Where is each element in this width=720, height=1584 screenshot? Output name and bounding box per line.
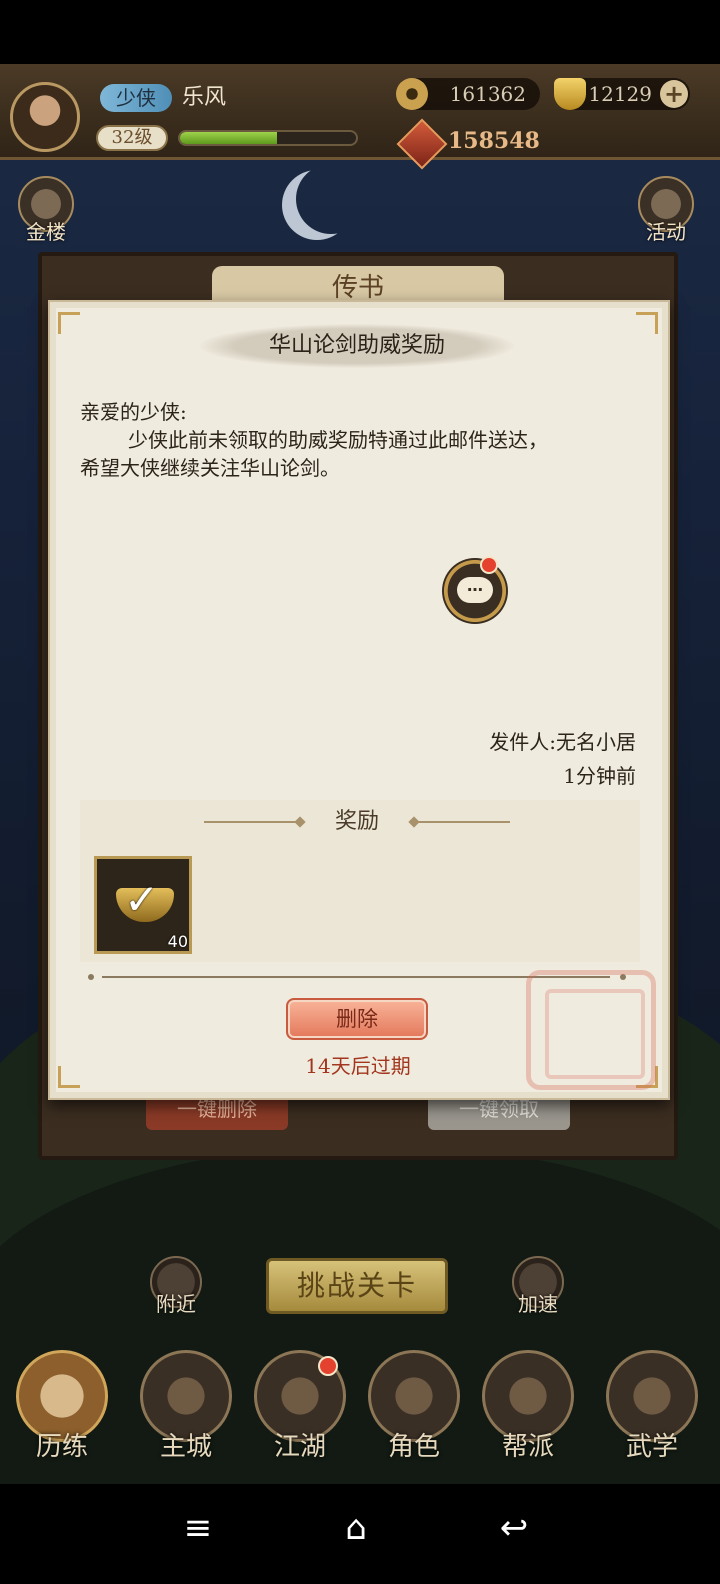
power-value: 158548 (448, 128, 540, 154)
nav-label: 江湖 (273, 1432, 326, 1462)
challenge-stage-button[interactable]: 挑战关卡 (266, 1258, 448, 1314)
status-bar (0, 0, 720, 64)
gold-value: 12129 (588, 82, 652, 106)
mail-sender: 发件人:无名小居 (489, 730, 636, 754)
delete-button[interactable]: 删除 (286, 998, 428, 1040)
reward-divider (414, 821, 510, 823)
corner-ornament (636, 312, 658, 334)
checkmark-icon: ✓ (124, 875, 160, 924)
back-icon[interactable]: ↩ (484, 1504, 544, 1552)
nav-label: 历练 (35, 1432, 88, 1462)
player-avatar[interactable] (10, 82, 80, 152)
corner-ornament (58, 1066, 80, 1088)
nav-character[interactable]: 角色 (366, 1350, 462, 1462)
seal-stamp (526, 970, 656, 1090)
coin-value: 161362 (449, 82, 526, 106)
exp-bar-fill (180, 132, 277, 144)
coin-counter: 161362 (396, 78, 540, 110)
chat-button[interactable]: … (442, 558, 508, 624)
player-title-badge: 少侠 (100, 84, 172, 112)
plus-icon[interactable]: + (660, 80, 688, 108)
nearby-label: 附近 (156, 1292, 196, 1316)
player-name: 乐风 (182, 85, 227, 110)
exp-bar (178, 130, 358, 146)
expire-text: 14天后过期 (305, 1054, 411, 1078)
gold-counter: 12129 + (554, 78, 690, 110)
nav-training[interactable]: 历练 (14, 1350, 110, 1462)
mail-time: 1分钟前 (563, 764, 636, 788)
moon-decoration (296, 164, 366, 234)
combat-power: 158548 (396, 118, 554, 170)
nav-label: 帮派 (501, 1432, 554, 1462)
mail-body-line: 少侠此前未领取的助威奖励特通过此邮件送达， (128, 428, 548, 452)
gold-tower-button[interactable]: 金楼 (18, 176, 74, 246)
gold-tower-label: 金楼 (26, 220, 66, 244)
coin-icon (396, 78, 428, 110)
nav-label: 角色 (387, 1432, 440, 1462)
nav-main-city[interactable]: 主城 (138, 1350, 234, 1462)
activity-button[interactable]: 活动 (638, 176, 694, 246)
nav-label: 武学 (625, 1432, 678, 1462)
mail-greeting: 亲爱的少侠: (80, 400, 187, 424)
activity-label: 活动 (646, 220, 686, 244)
corner-ornament (58, 312, 80, 334)
notification-dot (480, 556, 498, 574)
chat-icon: … (457, 577, 493, 603)
reward-divider (204, 821, 300, 823)
gold-ingot-icon (554, 78, 586, 110)
speed-up-label: 加速 (518, 1292, 558, 1316)
menu-icon[interactable]: ≡ (168, 1504, 228, 1552)
nav-guild[interactable]: 帮派 (480, 1350, 576, 1462)
home-icon[interactable]: ⌂ (326, 1504, 386, 1552)
nav-label: 主城 (159, 1432, 212, 1462)
mail-title: 华山论剑助威奖励 (268, 333, 445, 358)
reward-item-count: 40 (167, 932, 188, 951)
divider-dot (88, 974, 94, 980)
nav-martial-arts[interactable]: 武学 (604, 1350, 700, 1462)
mail-body-line: 希望大侠继续关注华山论剑。 (80, 456, 340, 480)
reward-label: 奖励 (334, 809, 379, 834)
player-level: 32级 (96, 125, 168, 151)
notification-dot (318, 1356, 338, 1376)
